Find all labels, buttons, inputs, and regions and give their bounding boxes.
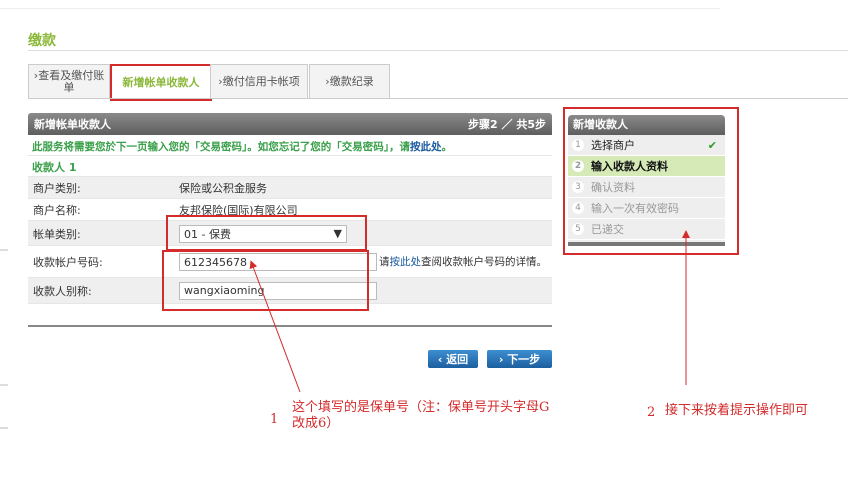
annotation-1-text: 这个填写的是保单号（注：保单号开头字母G改成6）	[292, 400, 550, 431]
annotation-1-number: 1	[270, 412, 279, 427]
arrow-1	[249, 260, 301, 393]
annotation-2-text: 接下来按着提示操作即可	[665, 403, 809, 418]
annotation-2-number: 2	[647, 405, 656, 420]
